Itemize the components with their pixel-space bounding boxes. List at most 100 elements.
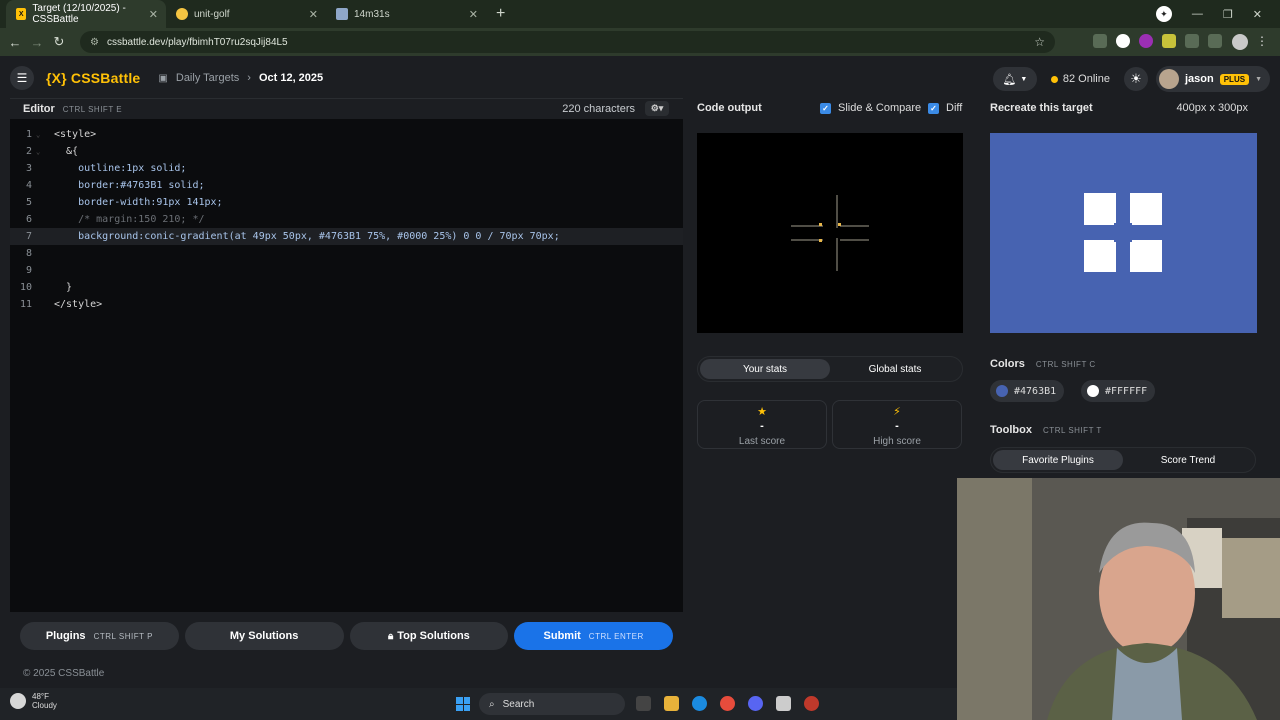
browser-tab-cssbattle[interactable]: X Target (12/10/2025) - CSSBattle ✕: [6, 0, 166, 28]
code-text: background:conic-gradient(at 49px 50px, …: [54, 231, 560, 242]
high-score-value: -: [895, 420, 899, 432]
app-header: ☰ {X} CSSBattle ▣ Daily Targets › Oct 12…: [10, 60, 1270, 96]
code-line[interactable]: 3 outline:1px solid;: [10, 160, 683, 177]
toolbox-shortcut: CTRL SHIFT T: [1043, 426, 1102, 435]
line-number: 2: [25, 146, 32, 157]
app-icon[interactable]: [776, 696, 791, 711]
task-view-icon[interactable]: [636, 696, 651, 711]
notifications-button[interactable]: 🔔︎ ▼: [992, 67, 1037, 91]
tab-your-stats[interactable]: Your stats: [700, 359, 830, 379]
app-icon[interactable]: [804, 696, 819, 711]
output-canvas[interactable]: [697, 133, 963, 333]
editor-settings-gear-icon[interactable]: ⚙▾: [645, 101, 669, 116]
search-icon: ⌕: [489, 698, 495, 710]
close-icon[interactable]: ✕: [309, 8, 318, 21]
cssbattle-logo[interactable]: {X} CSSBattle: [46, 70, 140, 86]
diff-checkbox[interactable]: ✓: [928, 103, 939, 114]
code-line[interactable]: 6 /* margin:150 210; */: [10, 211, 683, 228]
code-line[interactable]: 8: [10, 245, 683, 262]
target-image[interactable]: [990, 133, 1257, 333]
search-label: Search: [502, 698, 535, 710]
code-text: outline:1px solid;: [54, 163, 187, 174]
close-icon[interactable]: ✕: [149, 8, 158, 21]
sidepanel-icon[interactable]: [1208, 34, 1222, 48]
toolbox-section-title: Toolbox CTRL SHIFT T: [990, 424, 1102, 436]
close-icon[interactable]: ✕: [469, 8, 478, 21]
tab-favorite-plugins[interactable]: Favorite Plugins: [993, 450, 1123, 470]
fold-icon[interactable]: ⌄: [32, 148, 54, 156]
extension-icon[interactable]: [1162, 34, 1176, 48]
maximize-icon[interactable]: ❐: [1223, 8, 1233, 21]
slide-compare-checkbox[interactable]: ✓: [820, 103, 831, 114]
code-line[interactable]: 1 ⌄ <style>: [10, 126, 683, 143]
fold-icon[interactable]: ⌄: [32, 131, 54, 139]
close-window-icon[interactable]: ✕: [1253, 8, 1262, 21]
code-line[interactable]: 11 </style>: [10, 296, 683, 313]
my-solutions-button[interactable]: My Solutions: [184, 622, 344, 650]
code-area[interactable]: 1 ⌄ <style> 2 ⌄ &{3 outline:1px solid; 4 bord…: [10, 126, 683, 313]
online-dot-icon: [1050, 75, 1058, 83]
back-icon[interactable]: ←: [4, 35, 26, 50]
windows-start-icon[interactable]: [456, 697, 470, 711]
edge-icon[interactable]: [692, 696, 707, 711]
line-number: 6: [25, 214, 32, 225]
profile-avatar[interactable]: [1232, 34, 1248, 50]
reload-icon[interactable]: ↻: [48, 34, 70, 50]
target-title: Recreate this target: [990, 102, 1093, 114]
plus-badge: PLUS: [1219, 73, 1250, 85]
minimize-icon[interactable]: —: [1192, 8, 1203, 20]
code-line[interactable]: 10 }: [10, 279, 683, 296]
color-swatch: [996, 385, 1008, 397]
code-line[interactable]: 9: [10, 262, 683, 279]
extensions-star-icon[interactable]: ✦: [1155, 6, 1172, 22]
chrome-icon[interactable]: [720, 696, 735, 711]
submit-label: Submit: [543, 630, 581, 642]
user-avatar: [1158, 69, 1179, 89]
more-menu-icon[interactable]: ⋮: [1256, 34, 1268, 48]
discord-icon[interactable]: [748, 696, 763, 711]
plugins-button[interactable]: Plugins CTRL SHIFT P: [20, 622, 179, 650]
taskbar-search[interactable]: ⌕ Search: [479, 693, 625, 715]
code-line[interactable]: 4 border:#4763B1 solid;: [10, 177, 683, 194]
url-input[interactable]: ⚙ cssbattle.dev/play/fbimhT07ru2sqJij84L…: [80, 31, 1055, 53]
lightning-icon: ⚡︎: [893, 406, 901, 418]
tab-global-stats[interactable]: Global stats: [830, 359, 960, 379]
toolbox-tabs: Favorite Plugins Score Trend: [990, 447, 1256, 473]
top-solutions-button[interactable]: 🔒︎ Top Solutions: [349, 622, 509, 650]
site-info-icon[interactable]: ⚙: [90, 37, 99, 48]
code-line[interactable]: 5 border-width:91px 141px;: [10, 194, 683, 211]
tab-title: Target (12/10/2025) - CSSBattle: [32, 3, 126, 25]
tab-score-trend[interactable]: Score Trend: [1123, 450, 1253, 470]
online-count: 82 Online: [1050, 73, 1110, 85]
code-line[interactable]: 7 background:conic-gradient(at 49px 50px…: [10, 228, 683, 245]
tab-title: unit-golf: [194, 8, 230, 20]
code-line[interactable]: 2 ⌄ &{: [10, 143, 683, 160]
puzzle-icon[interactable]: [1185, 34, 1199, 48]
file-explorer-icon[interactable]: [664, 696, 679, 711]
hamburger-menu-icon[interactable]: ☰: [10, 66, 34, 90]
browser-tab-unit-golf[interactable]: unit-golf ✕: [166, 0, 326, 28]
weather-widget[interactable]: 48°F Cloudy: [10, 692, 57, 710]
high-score-label: High score: [873, 436, 921, 447]
submit-button[interactable]: Submit CTRL ENTER: [514, 622, 673, 650]
color-chip-white[interactable]: #FFFFFF: [1081, 380, 1156, 402]
calendar-icon: ▣: [158, 72, 168, 84]
breadcrumb: ▣ Daily Targets › Oct 12, 2025: [158, 72, 323, 84]
forward-icon[interactable]: →: [26, 35, 48, 50]
color-chip-blue[interactable]: #4763B1: [990, 380, 1065, 402]
diff-label: Diff: [946, 102, 963, 114]
taskbar-apps: [636, 696, 819, 711]
extension-icon[interactable]: [1093, 34, 1107, 48]
bookmark-star-icon[interactable]: ☆: [1034, 35, 1045, 49]
browser-tab-timer[interactable]: 14m31s ✕: [326, 0, 486, 28]
line-number: 8: [25, 248, 32, 259]
theme-toggle-sun-icon[interactable]: ☀: [1123, 67, 1148, 91]
extension-icon[interactable]: [1116, 34, 1130, 48]
breadcrumb-daily-targets[interactable]: Daily Targets: [176, 72, 239, 84]
my-solutions-label: My Solutions: [229, 630, 299, 642]
line-number: 3: [25, 163, 32, 174]
new-tab-icon[interactable]: +: [496, 5, 505, 23]
code-text: border-width:91px 141px;: [54, 197, 223, 208]
user-menu[interactable]: jason PLUS ▼: [1155, 66, 1270, 92]
extension-icon[interactable]: [1139, 34, 1153, 48]
